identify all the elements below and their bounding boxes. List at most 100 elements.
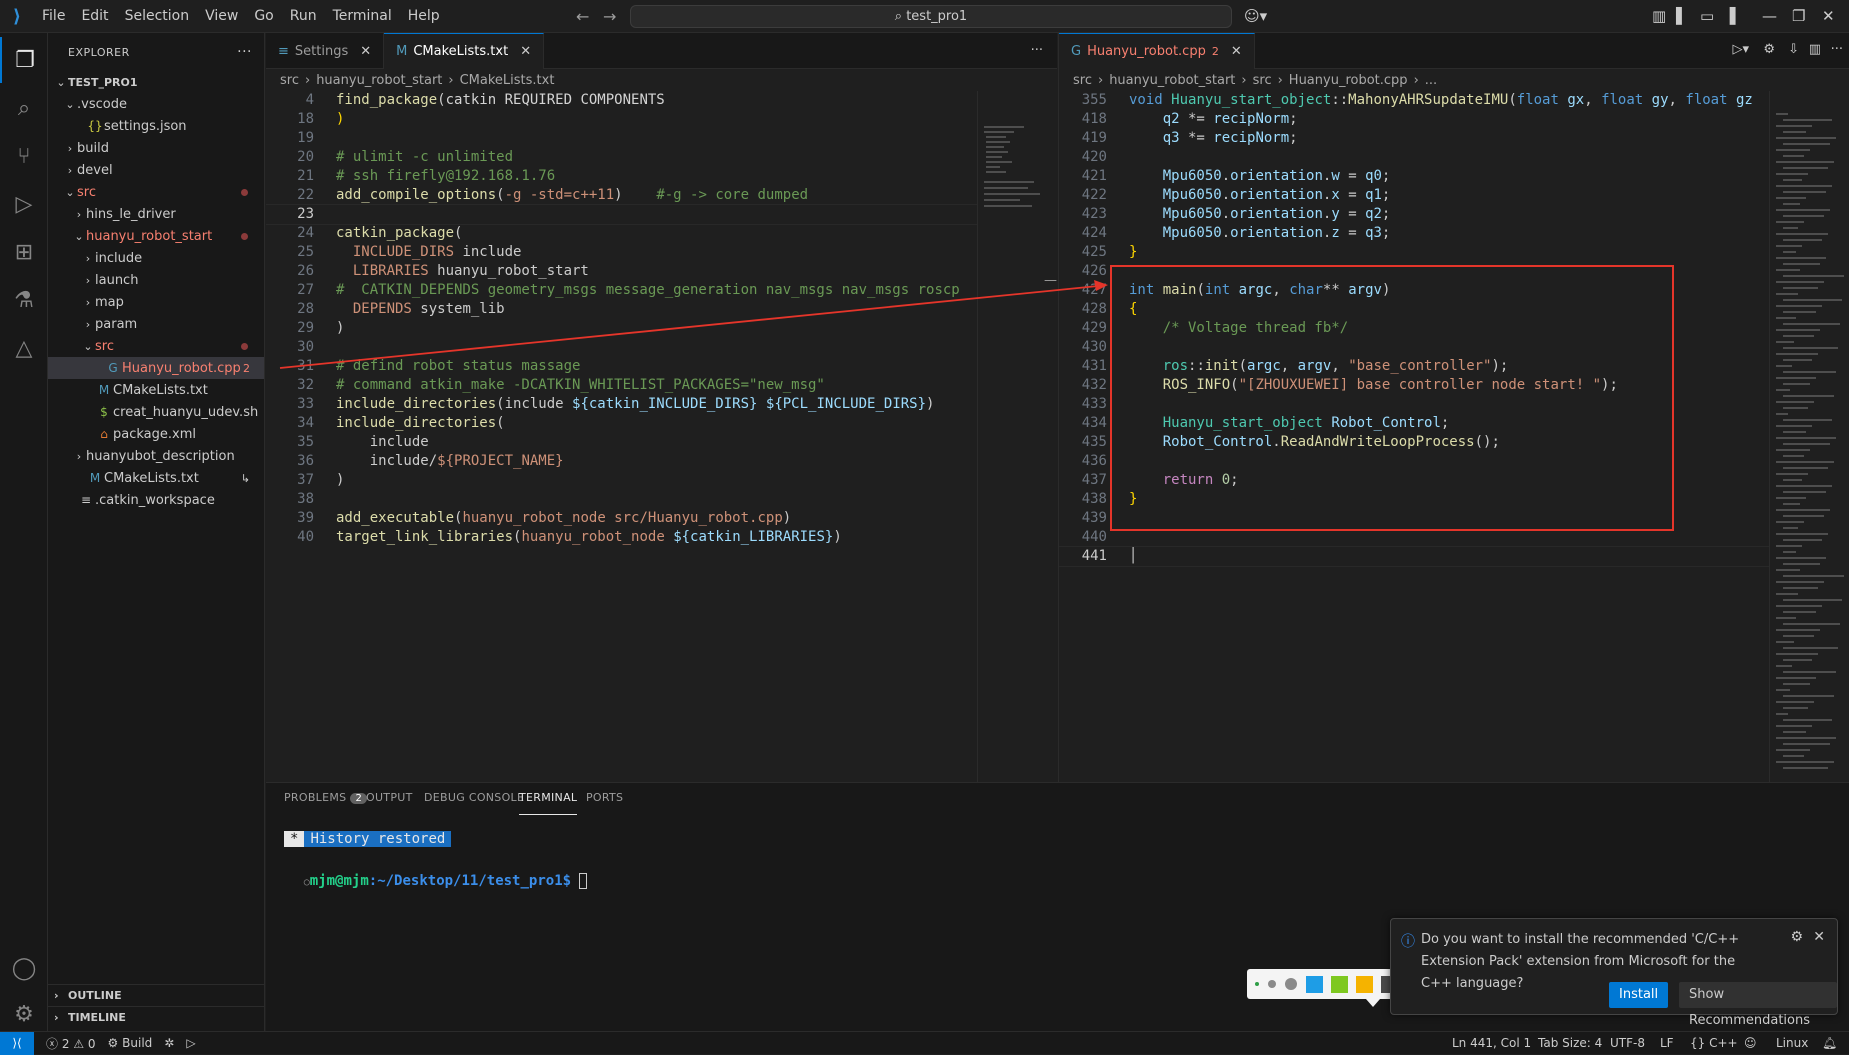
code-line[interactable]: 39 add_executable(huanyu_robot_node src/H… bbox=[266, 509, 977, 528]
language-mode[interactable]: {} C++ bbox=[1690, 1036, 1738, 1050]
panel-tab-terminal[interactable]: TERMINAL bbox=[519, 791, 578, 815]
run-icon[interactable]: ▷ bbox=[186, 1036, 195, 1050]
timeline-section[interactable]: › TIMELINE bbox=[48, 1006, 265, 1028]
download-icon[interactable]: ⇩ bbox=[1788, 42, 1799, 57]
code-line[interactable]: 35 include bbox=[266, 433, 977, 452]
tree-item[interactable]: › devel bbox=[48, 159, 264, 181]
menu-file[interactable]: File bbox=[34, 0, 73, 33]
panel-tab-debug-console[interactable]: DEBUG CONSOLE bbox=[424, 791, 524, 815]
code-line[interactable]: 19 bbox=[266, 129, 977, 148]
install-button[interactable]: Install bbox=[1609, 982, 1669, 1008]
platform[interactable]: Linux bbox=[1776, 1036, 1808, 1050]
code-line[interactable]: 419 q3 *= recipNorm; bbox=[1059, 129, 1769, 148]
code-line[interactable]: 27 # CATKIN_DEPENDS geometry_msgs message… bbox=[266, 281, 977, 300]
code-line[interactable]: 424 Mpu6050.orientation.z = q3; bbox=[1059, 224, 1769, 243]
notifications-bell-icon[interactable]: 🔔︎ bbox=[1822, 1036, 1837, 1050]
copilot-icon[interactable]: ☺▾ bbox=[1244, 7, 1267, 25]
editor-more-icon[interactable]: ··· bbox=[1031, 43, 1043, 58]
code-line[interactable]: 425} bbox=[1059, 243, 1769, 262]
tab-size[interactable]: Tab Size: 4 bbox=[1538, 1036, 1602, 1050]
gear-icon[interactable]: ⚙ bbox=[1790, 929, 1803, 945]
code-line[interactable]: 33 include_directories(include ${catkin_I… bbox=[266, 395, 977, 414]
explorer-icon[interactable]: ❐ bbox=[0, 37, 48, 83]
tree-item[interactable]: ⌄ TEST_PRO1 bbox=[48, 71, 264, 93]
split-editor-icon[interactable]: ▥ bbox=[1809, 42, 1821, 57]
code-line[interactable]: 20 # ulimit -c unlimited bbox=[266, 148, 977, 167]
color-swatch[interactable] bbox=[1331, 975, 1348, 993]
menu-edit[interactable]: Edit bbox=[73, 0, 116, 33]
tree-item[interactable]: › huanyubot_description bbox=[48, 445, 264, 467]
color-swatch[interactable] bbox=[1306, 975, 1323, 993]
back-arrow-icon[interactable]: ← bbox=[576, 7, 589, 26]
tree-item[interactable]: M CMakeLists.txt bbox=[48, 379, 264, 401]
brush-size-large[interactable] bbox=[1285, 978, 1297, 990]
outline-section[interactable]: › OUTLINE bbox=[48, 984, 265, 1006]
gear-icon[interactable]: ⚙ bbox=[1763, 42, 1775, 57]
encoding[interactable]: UTF-8 bbox=[1610, 1036, 1645, 1050]
code-line[interactable]: 26 LIBRARIES huanyu_robot_start bbox=[266, 262, 977, 281]
tree-item[interactable]: M CMakeLists.txt ↳ bbox=[48, 467, 264, 489]
tab-cmakelists-txt[interactable]: M CMakeLists.txt ✕ bbox=[384, 33, 545, 69]
menu-terminal[interactable]: Terminal bbox=[325, 0, 400, 33]
breadcrumb-item[interactable]: Huanyu_robot.cpp bbox=[1289, 73, 1408, 88]
tree-item[interactable]: › include bbox=[48, 247, 264, 269]
editor-more-icon[interactable]: ··· bbox=[1831, 42, 1843, 57]
tree-item[interactable]: ⌄ huanyu_robot_start bbox=[48, 225, 264, 247]
menu-selection[interactable]: Selection bbox=[117, 0, 198, 33]
source-control-icon[interactable]: ⑂ bbox=[0, 133, 48, 179]
forward-arrow-icon[interactable]: → bbox=[603, 7, 616, 26]
menu-view[interactable]: View bbox=[197, 0, 246, 33]
brush-size-medium[interactable] bbox=[1268, 980, 1276, 988]
panel-tab-ports[interactable]: PORTS bbox=[586, 791, 623, 815]
tree-item[interactable]: ⌄ .vscode bbox=[48, 93, 264, 115]
close-icon[interactable]: ✕ bbox=[520, 44, 531, 59]
menu-run[interactable]: Run bbox=[282, 0, 325, 33]
breadcrumb-item[interactable]: src bbox=[1253, 73, 1272, 88]
code-line[interactable]: 34 include_directories( bbox=[266, 414, 977, 433]
code-line[interactable]: 22 add_compile_options(-g -std=c++11) #-g… bbox=[266, 186, 977, 205]
command-center-search[interactable]: ⌕ test_pro1 bbox=[630, 5, 1232, 28]
code-line[interactable]: 423 Mpu6050.orientation.y = q2; bbox=[1059, 205, 1769, 224]
customize-layout-icon[interactable]: ▥ bbox=[1652, 7, 1666, 25]
code-line[interactable]: 40 target_link_libraries(huanyu_robot_nod… bbox=[266, 528, 977, 547]
code-line[interactable]: 30 bbox=[266, 338, 977, 357]
minimap[interactable] bbox=[1769, 91, 1849, 911]
code-line[interactable]: 418 q2 *= recipNorm; bbox=[1059, 110, 1769, 129]
breadcrumb-item[interactable]: src bbox=[1073, 73, 1092, 88]
code-line[interactable]: 18) bbox=[266, 110, 977, 129]
code-line[interactable]: 24 catkin_package( bbox=[266, 224, 977, 243]
maximize-icon[interactable]: ❐ bbox=[1792, 7, 1805, 25]
tree-item[interactable]: {} settings.json bbox=[48, 115, 264, 137]
code-line[interactable]: 29) bbox=[266, 319, 977, 338]
breadcrumb-item[interactable]: huanyu_robot_start bbox=[1109, 73, 1235, 88]
code-line[interactable]: 421 Mpu6050.orientation.w = q0; bbox=[1059, 167, 1769, 186]
tree-item[interactable]: › launch bbox=[48, 269, 264, 291]
close-window-icon[interactable]: ✕ bbox=[1822, 7, 1835, 25]
close-icon[interactable]: ✕ bbox=[360, 44, 371, 59]
breadcrumb-item[interactable]: ... bbox=[1425, 73, 1437, 88]
tab-settings[interactable]: ≡ Settings ✕ bbox=[266, 33, 385, 69]
minimap[interactable] bbox=[977, 91, 1057, 782]
tree-item[interactable]: ⌄ src bbox=[48, 335, 264, 357]
code-line[interactable]: 23 bbox=[266, 204, 977, 225]
code-line[interactable]: 32 # command atkin_make -DCATKIN_WHITELIS… bbox=[266, 376, 977, 395]
brush-size-small[interactable] bbox=[1255, 982, 1259, 986]
menu-help[interactable]: Help bbox=[400, 0, 448, 33]
tree-item[interactable]: ≡ .catkin_workspace bbox=[48, 489, 264, 511]
code-line[interactable]: 37) bbox=[266, 471, 977, 490]
code-line[interactable]: 38 bbox=[266, 490, 977, 509]
code-area[interactable]: 4 find_package(catkin REQUIRED COMPONENTS… bbox=[266, 91, 977, 782]
tree-item[interactable]: ⌄ src bbox=[48, 181, 264, 203]
testing-icon[interactable]: ⚗ bbox=[0, 277, 48, 323]
debug-icon[interactable]: ✲ bbox=[164, 1036, 174, 1050]
breadcrumb-item[interactable]: huanyu_robot_start bbox=[316, 73, 442, 88]
menu-go[interactable]: Go bbox=[246, 0, 281, 33]
tree-item[interactable]: G Huanyu_robot.cpp 2 bbox=[48, 357, 264, 379]
tree-item[interactable]: ⌂ package.xml bbox=[48, 423, 264, 445]
code-line[interactable]: 422 Mpu6050.orientation.x = q1; bbox=[1059, 186, 1769, 205]
account-icon[interactable]: ◯ bbox=[0, 945, 48, 991]
breadcrumb-item[interactable]: src bbox=[280, 73, 299, 88]
tab-huanyu-robot-cpp[interactable]: G Huanyu_robot.cpp 2 ✕ bbox=[1059, 33, 1255, 69]
breadcrumb-item[interactable]: CMakeLists.txt bbox=[460, 73, 555, 88]
tree-item[interactable]: › param bbox=[48, 313, 264, 335]
